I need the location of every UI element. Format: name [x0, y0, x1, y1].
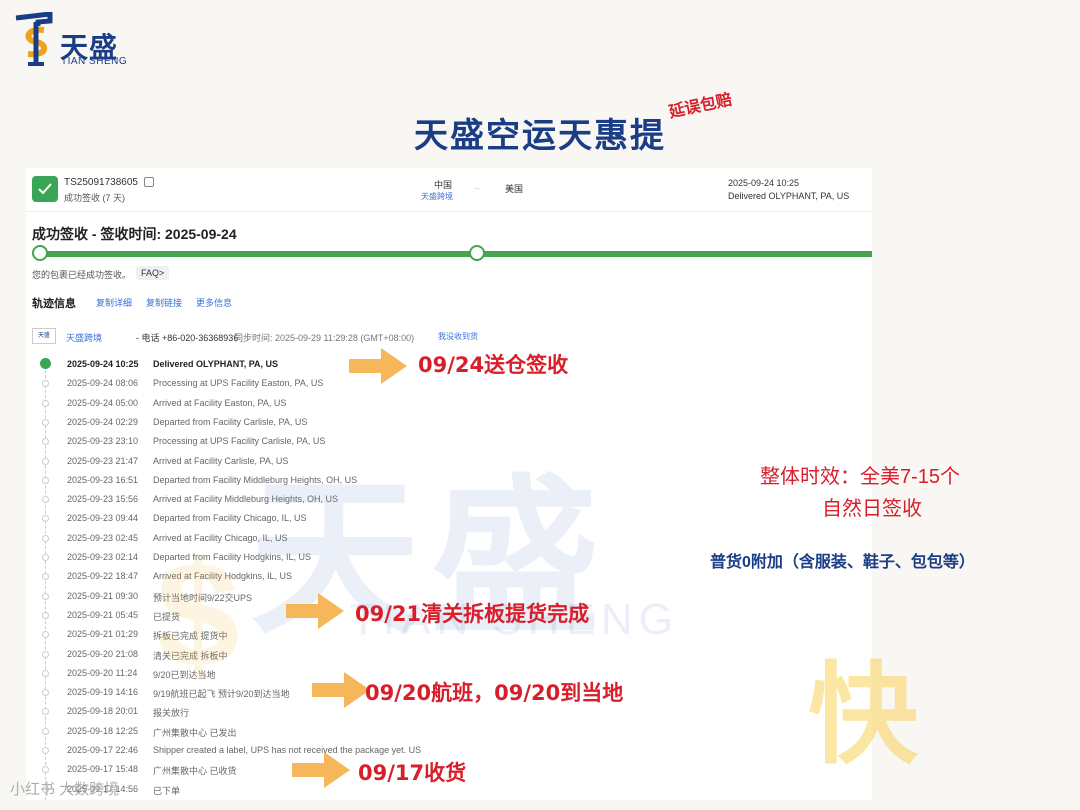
brand-logo: 天盛 TIAN SHENG: [14, 12, 144, 72]
delivered-time: 2025-09-24 10:25: [728, 178, 800, 188]
event-description: Delivered OLYPHANT, PA, US: [153, 359, 279, 369]
event-time: 2025-09-23 21:47: [67, 455, 139, 466]
logo-text-en: TIAN SHENG: [61, 56, 128, 67]
route-arrow-icon: →: [472, 182, 481, 192]
timeliness-note-2: 自然日签收: [822, 498, 922, 520]
callout-delivered: 09/24送仓签收: [418, 353, 569, 377]
event-description: 报关放行: [153, 708, 190, 719]
event-time: 2025-09-23 02:14: [67, 552, 139, 562]
timeline-dot-icon: [42, 573, 49, 581]
progress-start-dot: [32, 245, 48, 261]
event-description: Shipper created a label, UPS has not rec…: [153, 745, 422, 755]
event-description: 已下单: [153, 785, 181, 796]
copy-icon[interactable]: [144, 177, 154, 187]
tracking-header: TS25091738605 成功签收 (7 天) 中国 天盛跨境 → 美国 20…: [26, 168, 872, 212]
timeline-dot-icon: [42, 418, 49, 426]
footer-watermark: 小红书 大数跨境: [10, 781, 120, 798]
callout-received: 09/17收货: [358, 761, 467, 785]
timeliness-note: 整体时效：全美7-15个: [760, 466, 961, 488]
timeline-dot-icon: [42, 399, 49, 407]
timeline-dot-icon: [42, 766, 49, 774]
tracking-number: TS25091738605: [64, 177, 138, 188]
timeline-dot-icon: [42, 534, 49, 542]
timeline-dot-icon: [42, 457, 49, 465]
event-time: 2025-09-24 08:06: [67, 378, 139, 389]
timeline-dot-icon: [42, 476, 49, 484]
timeline-dot-icon: [40, 358, 51, 369]
delivery-progress-bar: [34, 251, 872, 257]
timeline-dot-icon: [42, 592, 49, 600]
timeline-dot-icon: [42, 747, 49, 754]
tiansheng-logo-icon: [15, 12, 53, 66]
event-description: 广州集散中心 已收货: [153, 766, 237, 777]
event-time: 2025-09-23 09:44: [67, 513, 139, 524]
callout-customs: 09/21清关拆板提货完成: [355, 602, 590, 626]
more-info-link[interactable]: 更多信息: [196, 296, 232, 309]
event-time: 2025-09-19 14:16: [67, 687, 139, 698]
carrier-name-link[interactable]: 天盛跨境: [66, 331, 102, 344]
tracking-info-title: 轨迹信息: [32, 298, 76, 310]
timeline-dot-icon: [42, 438, 49, 446]
event-time: 2025-09-17 22:46: [67, 745, 139, 755]
carrier-logo: 天盛: [32, 328, 56, 344]
delivered-check-icon: [32, 176, 58, 202]
callout-arrow-icon: [286, 593, 344, 629]
fast-mark: 快: [808, 654, 918, 777]
event-time: 2025-09-20 11:24: [67, 667, 138, 678]
delivered-location: Delivered OLYPHANT, PA, US: [728, 191, 850, 201]
delivery-notice: 您的包裹已经成功签收。: [32, 270, 132, 280]
event-time: 2025-09-23 15:56: [67, 494, 139, 505]
timeline-dot-icon: [42, 515, 49, 523]
delivery-status-title: 成功签收 - 签收时间: 2025-09-24: [32, 226, 237, 242]
timeline-dot-icon: [42, 689, 49, 697]
faq-button[interactable]: FAQ>: [136, 266, 170, 280]
callout-arrow-icon: [292, 752, 350, 788]
timeline-dot-icon: [42, 708, 49, 716]
event-time: 2025-09-21 09:30: [67, 590, 139, 601]
event-description: Arrived at Facility Easton, PA, US: [153, 397, 287, 408]
copy-details-link[interactable]: 复制详细: [96, 296, 132, 309]
event-time: 2025-09-17 15:48: [67, 764, 139, 775]
copy-link-link[interactable]: 复制链接: [146, 296, 182, 309]
timeline-dot-icon: [42, 554, 49, 561]
callout-arrow-icon: [312, 672, 370, 708]
event-time: 2025-09-18 12:25: [67, 725, 139, 736]
timeline-dot-icon: [42, 669, 49, 677]
event-time: 2025-09-20 21:08: [67, 648, 139, 659]
event-time: 2025-09-23 16:51: [67, 474, 139, 485]
event-time: 2025-09-21 05:45: [67, 609, 139, 620]
timeline-dot-icon: [42, 380, 49, 388]
event-description: Processing at UPS Facility Easton, PA, U…: [153, 378, 324, 389]
callout-arrow-icon: [349, 348, 407, 384]
tracking-event-row: 2025-09-18 12:25 广州集散中心 已发出: [26, 722, 872, 741]
event-time: 2025-09-22 18:47: [67, 571, 139, 582]
origin-country: 中国: [434, 180, 453, 190]
page-headline: 天盛空运天惠提: [414, 117, 666, 155]
event-time: 2025-09-23 02:45: [67, 532, 139, 543]
status-summary: 成功签收 (7 天): [64, 193, 126, 203]
callout-flight: 09/20航班，09/20到当地: [365, 681, 624, 705]
event-time: 2025-09-24 05:00: [67, 397, 139, 408]
event-time: 2025-09-18 20:01: [67, 706, 139, 717]
event-time: 2025-09-23 23:10: [67, 436, 139, 447]
event-description: 广州集散中心 已发出: [153, 727, 237, 738]
timeline-dot-icon: [42, 650, 49, 658]
watermark-logo-icon: $: [156, 530, 240, 698]
timeline-dot-icon: [42, 496, 49, 504]
sync-time: 同步时间: 2025-09-29 11:29:28 (GMT+08:00): [234, 333, 415, 343]
origin-carrier-link[interactable]: 天盛跨境: [421, 191, 453, 202]
tracking-event-row: 2025-09-24 05:00 Arrived at Facility East…: [26, 394, 872, 413]
event-time: 2025-09-21 01:29: [67, 629, 139, 640]
destination-country: 美国: [505, 184, 524, 194]
progress-mid-dot: [469, 245, 485, 261]
carrier-phone: - 电话 +86-020-36368936: [136, 333, 239, 343]
timeline-dot-icon: [42, 727, 49, 735]
timeline-dot-icon: [42, 631, 49, 639]
event-time: 2025-09-24 02:29: [67, 416, 139, 427]
event-time: 2025-09-24 10:25: [67, 359, 139, 369]
surcharge-note: 普货0附加（含服装、鞋子、包包等）: [710, 554, 975, 571]
timeline-dot-icon: [42, 611, 49, 619]
not-received-link[interactable]: 我没收到货: [438, 331, 478, 342]
